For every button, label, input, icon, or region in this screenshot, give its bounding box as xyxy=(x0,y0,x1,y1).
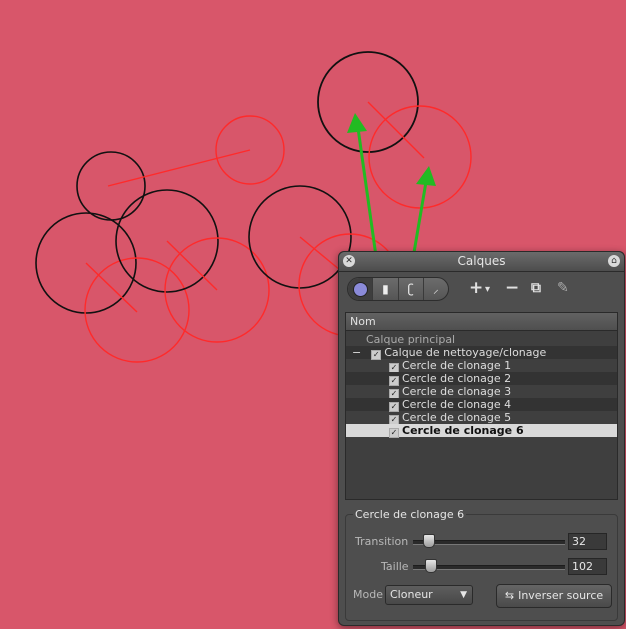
transition-label: Transition xyxy=(355,535,409,548)
size-value-field[interactable]: 102 xyxy=(568,558,607,575)
bezier-tool-icon: ʗ xyxy=(407,282,414,296)
add-layer-button[interactable]: + xyxy=(469,279,483,297)
brush-tool-icon: ⸝ xyxy=(433,282,439,296)
visibility-checkbox[interactable]: ✓ xyxy=(389,428,399,438)
collapse-icon[interactable]: − xyxy=(352,346,361,359)
edit-layer-icon[interactable]: ✎ xyxy=(557,279,569,297)
chevron-down-icon: ▼ xyxy=(460,590,467,600)
invert-source-button[interactable]: ⇆ Inverser source xyxy=(496,584,612,608)
layer-label: Cercle de clonage 2 xyxy=(402,372,512,385)
layers-list: Nom Calque principal − ✓ Calque de nettoya… xyxy=(345,312,618,500)
layer-row-main[interactable]: Calque principal xyxy=(346,333,617,346)
layer-label: Cercle de clonage 1 xyxy=(402,359,512,372)
home-icon[interactable]: ⌂ xyxy=(608,255,620,267)
duplicate-layer-icon[interactable]: ⧉ xyxy=(531,279,541,297)
layer-row-clone-1[interactable]: ✓ Cercle de clonage 1 xyxy=(346,359,617,373)
clone-link-line xyxy=(166,240,218,291)
source-circle[interactable] xyxy=(76,151,146,221)
transition-slider-thumb[interactable] xyxy=(423,534,435,548)
mode-select-value: Cloneur xyxy=(390,588,433,601)
shape-tool-group: ▮ ʗ ⸝ xyxy=(347,277,449,301)
brush-tool-button[interactable]: ⸝ xyxy=(424,278,448,300)
circle-tool-button[interactable] xyxy=(348,278,374,300)
column-header-name[interactable]: Nom xyxy=(346,313,617,331)
layer-label: Calque principal xyxy=(366,333,456,346)
invert-source-label: Inverser source xyxy=(518,589,604,602)
remove-layer-button[interactable]: − xyxy=(505,279,519,297)
layer-row-cleanup[interactable]: − ✓ Calque de nettoyage/clonage xyxy=(346,346,617,360)
layer-row-clone-5[interactable]: ✓ Cercle de clonage 5 xyxy=(346,411,617,425)
panel-title: Calques xyxy=(457,254,506,268)
layer-label: Calque de nettoyage/clonage xyxy=(384,346,547,359)
clone-link-line xyxy=(299,236,341,271)
circle-tool-icon xyxy=(352,281,368,297)
panel-titlebar[interactable]: ✕ Calques ⌂ xyxy=(339,252,624,272)
swap-icon: ⇆ xyxy=(504,589,515,602)
transition-slider[interactable] xyxy=(413,540,565,545)
size-slider-thumb[interactable] xyxy=(425,559,437,573)
clone-link-line xyxy=(107,149,251,187)
size-label: Taille xyxy=(381,560,409,573)
layers-panel: ✕ Calques ⌂ ▮ ʗ ⸝ + ▾ − ⧉ ✎ Nom Calque p… xyxy=(338,251,625,626)
layer-row-clone-4[interactable]: ✓ Cercle de clonage 4 xyxy=(346,398,617,412)
layer-label: Cercle de clonage 5 xyxy=(402,411,512,424)
mode-select[interactable]: Cloneur ▼ xyxy=(385,585,473,605)
bezier-tool-button[interactable]: ʗ xyxy=(399,278,424,300)
layer-row-clone-3[interactable]: ✓ Cercle de clonage 3 xyxy=(346,385,617,399)
layer-label: Cercle de clonage 3 xyxy=(402,385,512,398)
add-layer-menu-icon[interactable]: ▾ xyxy=(485,281,490,299)
rect-tool-button[interactable]: ▮ xyxy=(373,278,399,300)
layer-label: Cercle de clonage 4 xyxy=(402,398,512,411)
target-circle[interactable] xyxy=(368,105,472,209)
mode-label: Mode xyxy=(353,588,383,601)
transition-value-field[interactable]: 32 xyxy=(568,533,607,550)
layer-row-clone-2[interactable]: ✓ Cercle de clonage 2 xyxy=(346,372,617,386)
layer-label: Cercle de clonage 6 xyxy=(402,424,524,437)
layer-row-clone-6[interactable]: ✓ Cercle de clonage 6 xyxy=(346,424,617,438)
rect-tool-icon: ▮ xyxy=(382,282,389,296)
properties-group-title: Cercle de clonage 6 xyxy=(353,508,467,521)
layers-toolbar: ▮ ʗ ⸝ + ▾ − ⧉ ✎ xyxy=(345,276,618,302)
